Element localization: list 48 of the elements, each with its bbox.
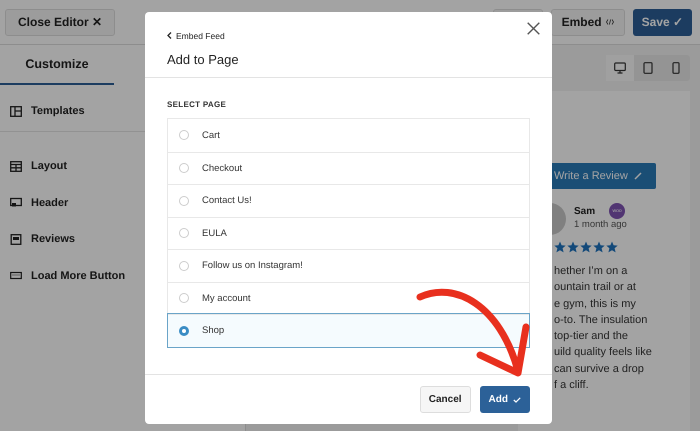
star-icon: [593, 241, 605, 253]
desktop-icon[interactable]: [606, 55, 634, 81]
grid-icon: [10, 160, 22, 172]
back-link[interactable]: Embed Feed: [167, 30, 225, 40]
page-option[interactable]: Checkout: [168, 152, 529, 184]
star-icon: [567, 241, 579, 253]
add-button[interactable]: Add: [480, 386, 530, 413]
radio-button[interactable]: [179, 228, 189, 238]
customize-tab[interactable]: Customize: [0, 45, 114, 85]
star-icon: [580, 241, 592, 253]
review-text: top-tier and the: [554, 329, 629, 344]
pencil-icon: [634, 172, 642, 180]
keyboard-icon: [10, 270, 22, 282]
modal-title: Add to Page: [167, 52, 240, 67]
radio-button[interactable]: [179, 260, 189, 271]
review-text: f a cliff.: [554, 378, 590, 394]
page-option[interactable]: Cart: [168, 119, 529, 152]
save-button[interactable]: Save ✓: [632, 8, 692, 36]
review-text: hether I’m on a: [554, 264, 628, 279]
star-icon: [606, 241, 618, 253]
section-label: SELECT PAGE: [167, 100, 228, 109]
radio-button[interactable]: [179, 163, 189, 174]
radio-button[interactable]: [179, 196, 189, 206]
chevron-left-icon: [167, 32, 172, 39]
review-text: can survive a drop: [554, 362, 645, 377]
page-option[interactable]: EULA: [168, 216, 529, 249]
embed-button[interactable]: Embed: [550, 8, 625, 36]
page-option[interactable]: Contact Us!: [168, 184, 529, 216]
radio-button[interactable]: [179, 326, 189, 336]
radio-button[interactable]: [179, 130, 189, 140]
review-text: ountain trail or at: [554, 280, 637, 296]
cancel-button[interactable]: Cancel: [420, 386, 471, 413]
close-icon[interactable]: [527, 22, 540, 35]
monitor-icon: [10, 197, 22, 208]
check-icon: [513, 396, 521, 402]
close-editor-button[interactable]: Close Editor ✕: [5, 8, 116, 36]
review-text: o-to. The insulation: [554, 312, 648, 328]
star-icon: [554, 241, 566, 253]
review-time: 1 month ago: [574, 219, 627, 230]
page-option[interactable]: Shop: [168, 314, 529, 346]
template-icon: [10, 106, 22, 116]
author-name: Sam: [574, 206, 596, 216]
review-text: uild quality feels like: [554, 345, 653, 360]
review-text: e gym, this is my: [554, 296, 637, 312]
document-icon: [10, 234, 22, 245]
page-option[interactable]: Follow us on Instagram!: [168, 249, 529, 282]
code-icon: [606, 19, 614, 25]
radio-button[interactable]: [179, 293, 189, 304]
